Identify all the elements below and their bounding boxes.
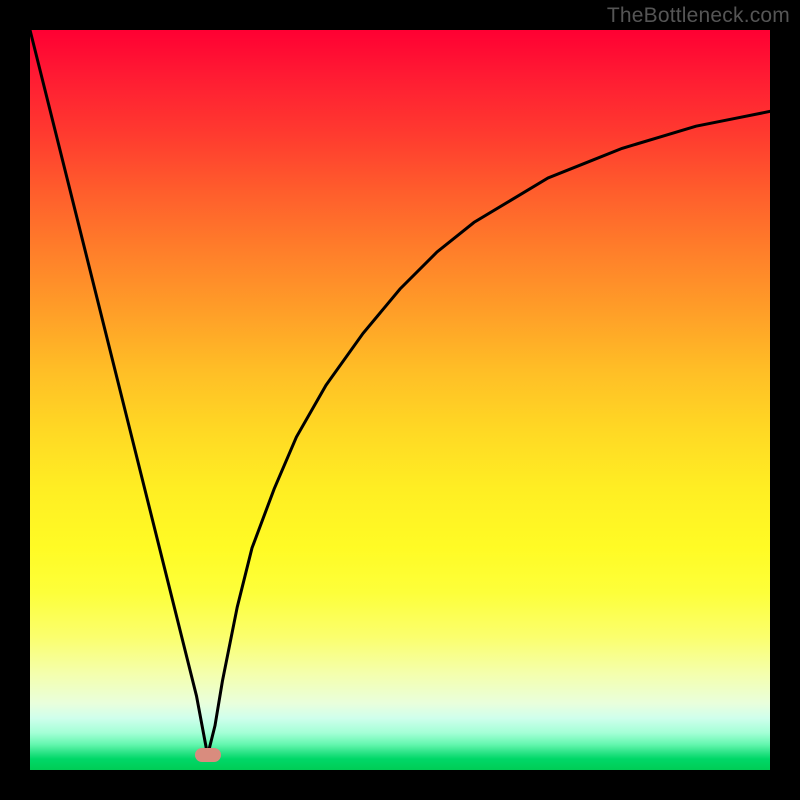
minimum-marker	[195, 748, 221, 762]
right-branch-curve	[208, 111, 770, 755]
watermark-label: TheBottleneck.com	[607, 4, 790, 28]
left-branch-curve	[30, 30, 208, 755]
curve-layer	[30, 30, 770, 770]
plot-area	[30, 30, 770, 770]
chart-frame: TheBottleneck.com	[0, 0, 800, 800]
